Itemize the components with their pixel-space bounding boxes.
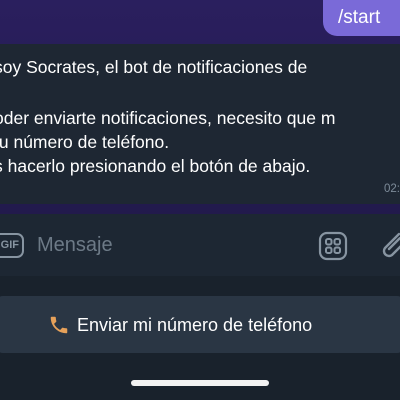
gif-icon[interactable]: GIF [0, 233, 24, 258]
send-phone-number-label: Enviar mi número de teléfono [77, 315, 313, 335]
outgoing-message-bubble: /start [323, 0, 400, 36]
message-line: s hacerlo presionando el botón de abajo. [0, 156, 311, 176]
message-input-bar: GIF Mensaje [0, 214, 400, 276]
reply-keyboard: Enviar mi número de teléfono [0, 276, 400, 400]
message-timestamp: 02: [384, 183, 400, 195]
message-line: soy Socrates, el bot de notificaciones d… [0, 57, 308, 77]
phone-icon [50, 316, 68, 334]
chat-screen: /start soy Socrates, el bot de notificac… [0, 0, 400, 400]
message-input[interactable]: Mensaje [37, 232, 113, 258]
home-indicator[interactable] [131, 380, 269, 386]
send-phone-number-button[interactable]: Enviar mi número de teléfono [0, 296, 400, 353]
message-line: oder enviarte notificaciones, necesito q… [0, 108, 336, 128]
message-line: tu número de teléfono. [0, 132, 170, 152]
outgoing-message-text: /start [338, 7, 381, 28]
bot-commands-icon[interactable] [318, 231, 348, 261]
paperclip-icon[interactable] [377, 228, 400, 262]
